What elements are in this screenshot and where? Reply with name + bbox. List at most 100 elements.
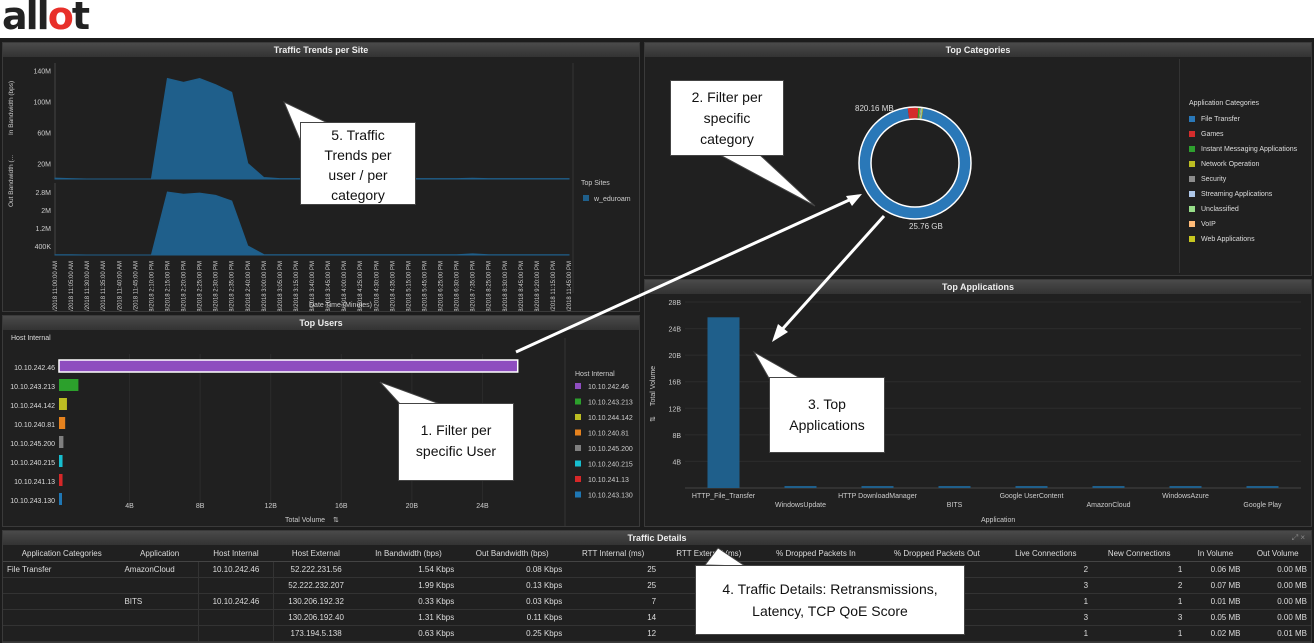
table-cell: 0.13 Kbps xyxy=(458,577,567,594)
table-cell xyxy=(120,609,199,626)
table-cell: 1.31 Kbps xyxy=(358,609,459,626)
category-legend-item[interactable]: Web Applications xyxy=(1189,235,1255,245)
sort-icon[interactable]: ⇅ xyxy=(650,416,657,422)
y-category-label: 10.10.242.46 xyxy=(14,365,55,372)
table-cell: 0.63 Kbps xyxy=(358,625,459,642)
legend-label: 10.10.242.46 xyxy=(588,384,629,391)
x-tick-label: 9/18/2018 8:30:00 PM xyxy=(503,261,509,311)
table-cell xyxy=(198,609,274,626)
column-header[interactable]: Live Connections xyxy=(999,546,1093,562)
table-cell: 7 xyxy=(566,593,661,610)
table-cell: 0.00 MB xyxy=(1244,593,1311,610)
user-bar-2 xyxy=(59,398,67,410)
table-cell: 1 xyxy=(999,593,1093,610)
table-cell xyxy=(3,577,121,594)
legend-title: Host Internal xyxy=(575,371,615,378)
category-legend-item[interactable]: Streaming Applications xyxy=(1189,190,1272,200)
legend-swatch xyxy=(1189,131,1195,138)
legend-label: VoIP xyxy=(1201,221,1216,228)
table-cell: 1 xyxy=(1092,625,1187,642)
column-header[interactable]: % Dropped Packets Out xyxy=(874,546,1000,562)
category-legend-item[interactable]: Network Operation xyxy=(1189,160,1259,170)
column-header[interactable]: New Connections xyxy=(1092,546,1187,562)
traffic-details-table: Application Categories Application Host In… xyxy=(3,546,1311,642)
app-bar-5 xyxy=(1092,486,1125,488)
callout-3: 3. Top Applications xyxy=(769,377,885,453)
expand-icon[interactable]: ⤢ × xyxy=(1292,533,1305,543)
x-tick-label: 24B xyxy=(476,503,489,510)
table-cell: 0.05 MB xyxy=(1186,609,1245,626)
app-bar-0 xyxy=(707,317,740,488)
legend-swatch xyxy=(1189,116,1195,123)
x-tick-label: 8B xyxy=(196,503,205,510)
category-legend-item[interactable]: VoIP xyxy=(1189,220,1216,230)
table-row[interactable]: 130.206.192.40 1.31 Kbps 0.11 Kbps 14 3 3 0.05… xyxy=(3,609,1311,626)
x-tick-label: 9/18/2018 3:40:00 PM xyxy=(310,261,316,311)
app-bar-6 xyxy=(1169,486,1202,488)
column-header[interactable]: In Bandwidth (bps) xyxy=(358,546,459,562)
legend-swatch xyxy=(1189,191,1195,198)
column-header[interactable]: % Dropped Packets In xyxy=(757,546,875,562)
panel-title: Top Categories xyxy=(645,43,1311,57)
top-applications-chart: Total Volume ⇅ Application 4B 8B 12B 16B 20B… xyxy=(650,300,1301,524)
column-header[interactable]: Application xyxy=(120,546,199,562)
callout-4: 4. Traffic Details: Retransmissions, Late… xyxy=(695,565,965,635)
legend-label: Games xyxy=(1201,131,1224,138)
y-category-label: 10.10.244.142 xyxy=(10,403,55,410)
table-cell: 0.33 Kbps xyxy=(358,593,459,610)
column-header[interactable]: Application Categories xyxy=(3,546,121,562)
column-header[interactable]: Host Internal xyxy=(198,546,274,562)
x-tick-label: 9/18/2018 4:25:00 PM xyxy=(358,261,364,311)
table-cell: 3 xyxy=(999,609,1093,626)
table-row[interactable]: 52.222.232.207 1.99 Kbps 0.13 Kbps 25 3 2 0.07… xyxy=(3,577,1311,594)
category-legend-item[interactable]: File Transfer xyxy=(1189,115,1240,125)
legend-swatch xyxy=(575,398,581,405)
panel-title: Top Users xyxy=(3,316,639,330)
legend-label: 10.10.244.142 xyxy=(588,415,633,422)
table-cell: 14 xyxy=(566,609,661,626)
table-row[interactable]: BITS 10.10.242.46 130.206.192.32 0.33 Kbps 0… xyxy=(3,593,1311,610)
x-tick-label: 9/18/2018 7:35:00 PM xyxy=(471,261,477,311)
table-cell xyxy=(198,625,274,642)
x-tick-label: 9/18/2018 2:10:00 PM xyxy=(149,261,155,311)
column-header[interactable]: In Volume xyxy=(1186,546,1245,562)
legend-item[interactable]: w_eduroam xyxy=(593,196,631,203)
legend-divider xyxy=(1179,59,1180,273)
column-header[interactable]: RTT Internal (ms) xyxy=(566,546,661,562)
table-row[interactable]: File Transfer AmazonCloud 10.10.242.46 52.2… xyxy=(3,561,1311,578)
sort-icon[interactable]: ⇅ xyxy=(333,517,339,524)
legend-swatch xyxy=(1189,161,1195,168)
y-tick-label: 400K xyxy=(35,244,52,251)
callout-1: 1. Filter per specific User xyxy=(398,403,514,481)
column-header[interactable]: RTT External (ms) xyxy=(660,546,758,562)
panel-title: Traffic Details xyxy=(3,531,1311,545)
legend-label: Instant Messaging Applications xyxy=(1201,146,1298,153)
column-header[interactable]: Out Bandwidth (bps) xyxy=(458,546,567,562)
column-header[interactable]: Host External xyxy=(273,546,359,562)
legend-swatch xyxy=(575,414,581,420)
x-tick-label: BITS xyxy=(947,502,963,509)
x-tick-label: HTTP DownloadManager xyxy=(838,493,918,500)
table-cell xyxy=(3,593,121,610)
callout-5: 5. Traffic Trends per user / per category xyxy=(300,122,416,205)
table-cell: AmazonCloud xyxy=(120,561,199,578)
y-tick-label: 28B xyxy=(669,300,682,307)
user-bar-7 xyxy=(59,493,62,505)
y-category-label: 10.10.241.13 xyxy=(14,479,55,486)
x-tick-label: Google Play xyxy=(1243,502,1282,509)
y-tick-label: 2.8M xyxy=(35,190,51,197)
column-header[interactable]: Out Volume xyxy=(1244,546,1311,562)
category-legend-item[interactable]: Unclassified xyxy=(1189,205,1239,215)
table-cell xyxy=(3,625,121,642)
allot-logo[interactable]: allot xyxy=(2,0,90,38)
x-tick-label: 9/18/2018 2:30:00 PM xyxy=(214,261,220,311)
panel-title: Top Applications xyxy=(645,280,1311,294)
x-tick-label: 16B xyxy=(335,503,348,510)
table-row[interactable]: 173.194.5.138 0.63 Kbps 0.25 Kbps 12 1 1 0.02 … xyxy=(3,625,1311,642)
x-tick-label: HTTP_File_Transfer xyxy=(692,493,756,500)
category-legend-item[interactable]: Instant Messaging Applications xyxy=(1189,145,1297,155)
legend-label: Streaming Applications xyxy=(1201,191,1273,198)
category-legend-item[interactable]: Games xyxy=(1189,130,1224,140)
top-bar: allot xyxy=(0,0,1314,38)
category-legend-item[interactable]: Security xyxy=(1189,175,1226,185)
